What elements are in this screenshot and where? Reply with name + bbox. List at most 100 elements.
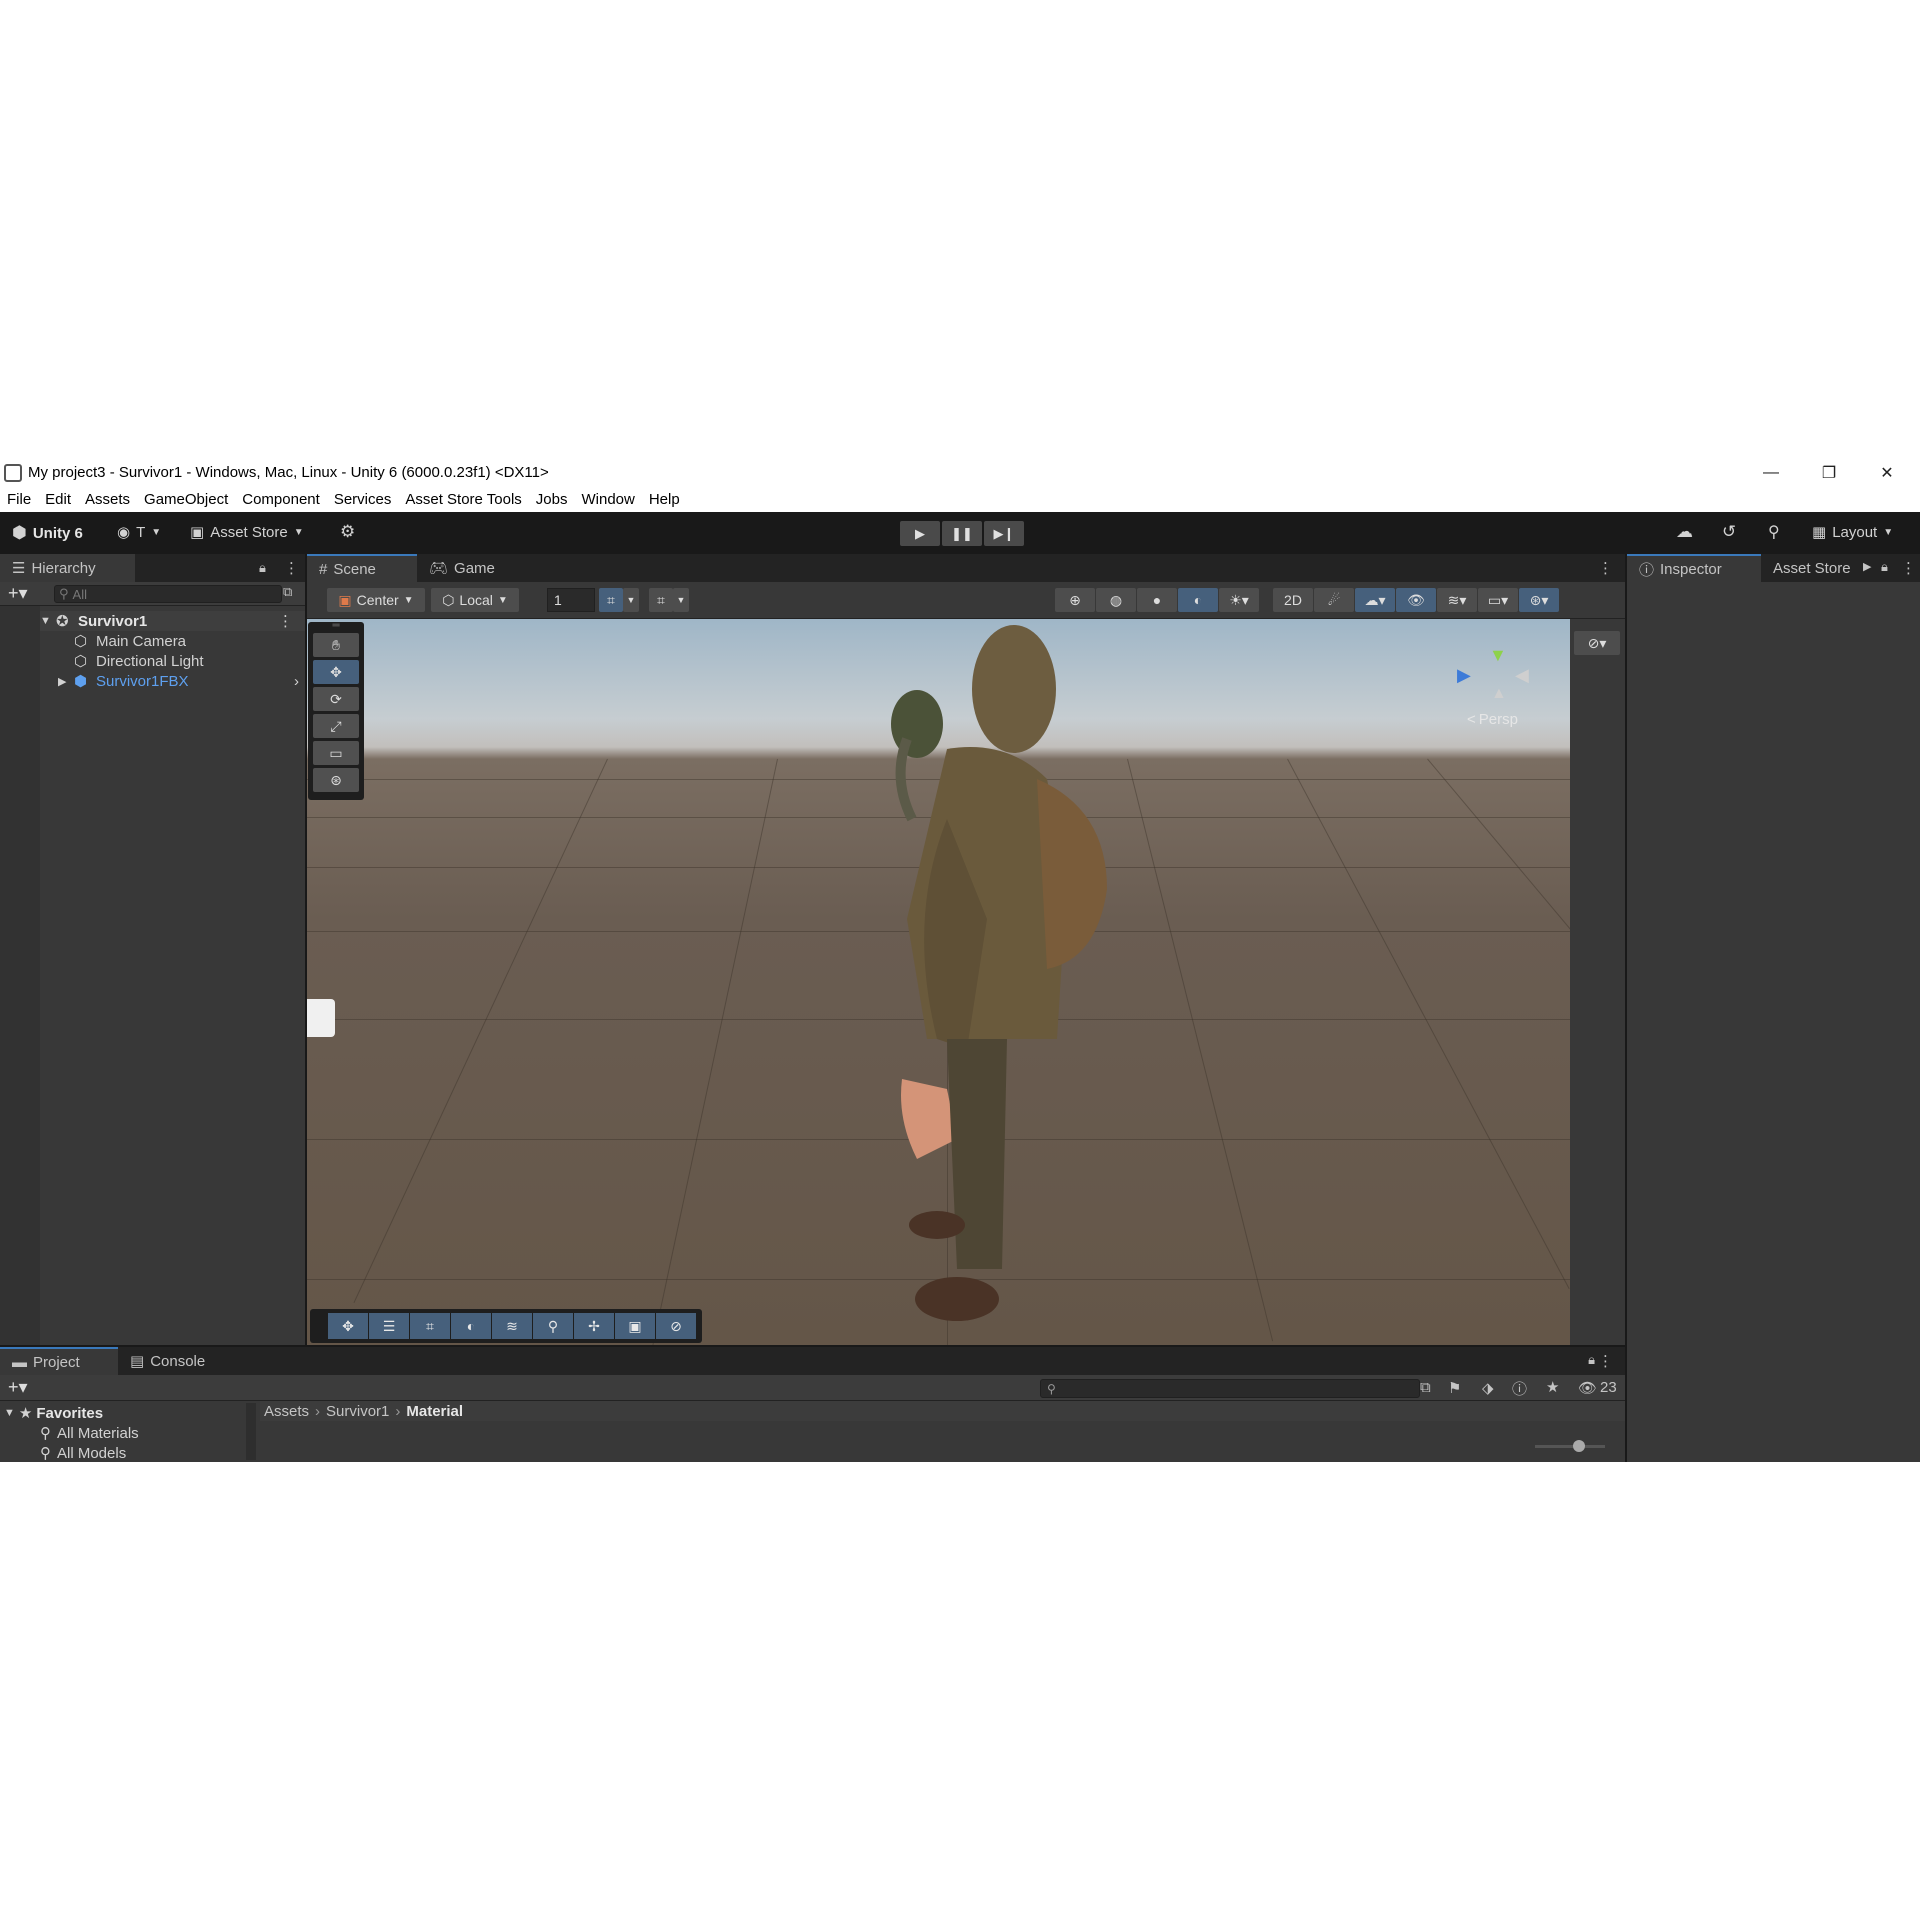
menu-file[interactable]: File xyxy=(0,491,38,508)
move-tool-icon[interactable]: ✥ xyxy=(313,660,359,684)
chevron-down-icon[interactable]: ▼ xyxy=(673,588,689,612)
space-dropdown[interactable]: ⬡ Local ▼ xyxy=(431,588,519,612)
unity-account-button[interactable]: ⬢ Unity 6 xyxy=(12,523,83,543)
move-overlay-icon[interactable]: ✥ xyxy=(328,1313,368,1339)
add-icon[interactable]: +▾ xyxy=(8,1377,28,1398)
tag-icon[interactable]: ⬗ xyxy=(1482,1379,1494,1397)
2d-toggle-icon[interactable]: 2D xyxy=(1273,588,1313,612)
prefab-open-arrow-icon[interactable]: › xyxy=(294,673,299,690)
search-overlay-icon[interactable]: ⚲ xyxy=(533,1313,573,1339)
project-search-input[interactable]: ⚲ xyxy=(1040,1379,1420,1398)
projection-label[interactable]: < Persp xyxy=(1467,711,1518,728)
menu-assets[interactable]: Assets xyxy=(78,491,137,508)
transform-tool-icon[interactable]: ⊛ xyxy=(313,768,359,792)
shaded-wireframe-icon[interactable]: ◍ xyxy=(1096,588,1136,612)
grid-visibility-icon[interactable]: ⌗ xyxy=(599,588,623,612)
overlay-handle[interactable] xyxy=(307,999,335,1037)
hierarchy-search-input[interactable]: ⚲ All xyxy=(54,585,282,603)
breadcrumb-survivor1[interactable]: Survivor1 xyxy=(326,1403,389,1420)
search-by-type-icon[interactable]: ⧉ xyxy=(1420,1379,1431,1396)
folder-tree-scrollbar[interactable] xyxy=(246,1403,256,1460)
pause-button[interactable]: ❚❚ xyxy=(942,521,982,546)
drag-handle-icon[interactable]: ═ xyxy=(308,621,364,631)
menu-edit[interactable]: Edit xyxy=(38,491,78,508)
favorites-header[interactable]: ▼ ★ Favorites xyxy=(4,1403,103,1423)
scene-viewport[interactable]: ▼ ▶ ◀ ▲ < Persp xyxy=(307,619,1570,1345)
menu-services[interactable]: Services xyxy=(327,491,399,508)
icon-size-slider[interactable] xyxy=(1535,1440,1605,1452)
scene-visibility-icon[interactable]: 👁︎ xyxy=(1396,588,1436,612)
layout-dropdown[interactable]: ▦ Layout ▼ xyxy=(1812,523,1893,542)
hidden-packages-toggle[interactable]: 👁︎ 23 xyxy=(1578,1379,1617,1397)
pivot-dropdown[interactable]: ▣ Center ▼ xyxy=(327,588,425,612)
orientation-dropdown-icon[interactable]: ⊘▾ xyxy=(1574,631,1620,655)
breadcrumb-material[interactable]: Material xyxy=(406,1403,463,1420)
wireframe-shading-icon[interactable]: ⊕ xyxy=(1055,588,1095,612)
more-options-icon[interactable]: ⋮ xyxy=(284,559,299,577)
grid-snapping-icon[interactable]: ⌗ xyxy=(649,588,673,612)
play-button[interactable]: ▶ xyxy=(900,521,940,546)
lighting-toggle-icon[interactable]: ☄ xyxy=(1314,588,1354,612)
menu-asset-store-tools[interactable]: Asset Store Tools xyxy=(398,491,528,508)
camera-overlay-icon[interactable]: ▣ xyxy=(615,1313,655,1339)
scale-tool-icon[interactable]: ⤢ xyxy=(313,714,359,738)
step-button[interactable]: ▶❙ xyxy=(984,521,1024,546)
shaded-mode-icon[interactable]: ● xyxy=(1137,588,1177,612)
add-icon[interactable]: +▾ xyxy=(8,583,28,604)
scene-more-icon[interactable]: ⋮ xyxy=(278,612,293,630)
close-button[interactable]: ✕ xyxy=(1858,459,1916,486)
lock-icon[interactable]: 🔒︎ xyxy=(1588,1352,1595,1368)
minimize-button[interactable]: — xyxy=(1742,459,1800,486)
gizmos-toggle-icon[interactable]: ⊛▾ xyxy=(1519,588,1559,612)
search-icon[interactable]: ⚲ xyxy=(1768,522,1780,542)
rect-tool-icon[interactable]: ▭ xyxy=(313,741,359,765)
hand-tool-icon[interactable]: ✋︎ xyxy=(313,633,359,657)
grid-overlay-icon[interactable]: ⌗ xyxy=(410,1313,450,1339)
favorite-item-all-materials[interactable]: ⚲ All Materials xyxy=(40,1423,139,1443)
tab-project[interactable]: ▬ Project xyxy=(0,1347,118,1375)
chevron-down-icon[interactable]: ▼ xyxy=(623,588,639,612)
effects-toggle-icon[interactable]: ☁▾ xyxy=(1355,588,1395,612)
more-options-icon[interactable]: ⋮ xyxy=(1901,559,1916,577)
menu-help[interactable]: Help xyxy=(642,491,687,508)
history-icon[interactable]: ↺ xyxy=(1722,522,1736,542)
menu-component[interactable]: Component xyxy=(235,491,327,508)
warning-icon[interactable]: ⓘ xyxy=(1512,1378,1527,1399)
more-options-icon[interactable]: ⋮ xyxy=(1598,559,1613,577)
align-overlay-icon[interactable]: ☰ xyxy=(369,1313,409,1339)
camera-settings-icon[interactable]: ▭▾ xyxy=(1478,588,1518,612)
asset-store-dropdown[interactable]: ▣ Asset Store ▼ xyxy=(190,523,304,542)
breadcrumb-assets[interactable]: Assets xyxy=(264,1403,309,1420)
search-by-label-icon[interactable]: ⚑ xyxy=(1448,1379,1461,1397)
rotate-tool-icon[interactable]: ⟳ xyxy=(313,687,359,711)
tab-hierarchy[interactable]: ☰ Hierarchy xyxy=(0,554,135,582)
menu-gameobject[interactable]: GameObject xyxy=(137,491,235,508)
survivor-character-model[interactable] xyxy=(307,619,1570,1345)
debug-draw-mode-icon[interactable]: ☀▾ xyxy=(1219,588,1259,612)
pivot-overlay-icon[interactable]: ✢ xyxy=(574,1313,614,1339)
menu-jobs[interactable]: Jobs xyxy=(529,491,575,508)
layers-icon[interactable]: ≋▾ xyxy=(1437,588,1477,612)
hierarchy-item-directional-light[interactable]: ⬡ Directional Light xyxy=(74,651,204,671)
lock-icon[interactable]: 🔒︎ xyxy=(259,560,266,576)
orientation-gizmo[interactable]: ▼ ▶ ◀ ▲ xyxy=(1457,639,1541,709)
shading-overlay-icon[interactable]: ◐ xyxy=(451,1313,491,1339)
star-icon[interactable]: ★ xyxy=(1546,1378,1559,1396)
menu-window[interactable]: Window xyxy=(574,491,641,508)
account-dropdown[interactable]: ◉ T ▼ xyxy=(117,523,161,542)
search-options-icon[interactable]: ⧉ xyxy=(283,584,292,600)
tab-scene[interactable]: # Scene xyxy=(307,554,417,582)
tab-scroll-right-icon[interactable]: ▶ xyxy=(1863,560,1871,573)
scene-row[interactable]: ▼ ✪ Survivor1 ⋮ xyxy=(40,611,305,631)
hierarchy-item-survivor1fbx[interactable]: ▶ ⬢ Survivor1FBX › xyxy=(58,671,305,691)
tab-inspector[interactable]: ⓘ Inspector xyxy=(1627,554,1761,582)
tab-asset-store[interactable]: Asset Store xyxy=(1761,554,1867,582)
tab-game[interactable]: 🎮︎ Game xyxy=(417,554,507,582)
orientation-overlay-icon[interactable]: ⊘ xyxy=(656,1313,696,1339)
hierarchy-item-main-camera[interactable]: ⬡ Main Camera xyxy=(74,631,186,651)
grid-snap-input[interactable]: 1 xyxy=(547,588,595,612)
cloud-icon[interactable]: ☁ xyxy=(1676,522,1693,542)
lock-icon[interactable]: 🔒︎ xyxy=(1881,559,1888,575)
settings-gear-icon[interactable]: ⚙ xyxy=(340,522,355,542)
maximize-button[interactable]: ❐ xyxy=(1800,459,1858,486)
